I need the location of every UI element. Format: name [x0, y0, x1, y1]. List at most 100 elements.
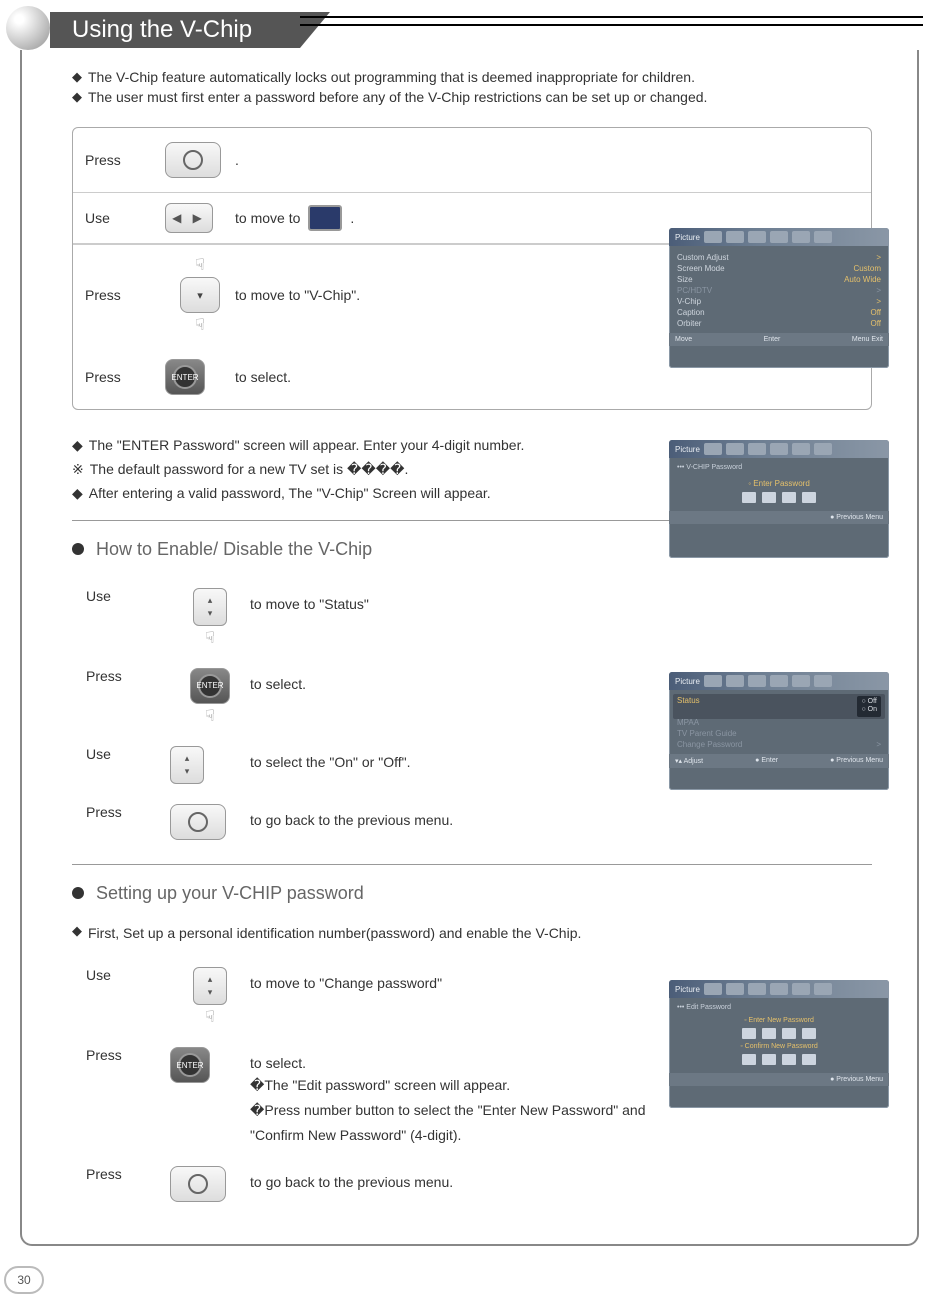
osd-val: > — [876, 253, 881, 262]
osd-options: ○ Off○ On — [857, 696, 881, 717]
step-text: . — [235, 152, 859, 168]
enter-button-icon: ENTER — [190, 668, 230, 704]
title-ornament — [6, 6, 50, 50]
dot-icon — [72, 543, 84, 555]
content-frame: ◆The V-Chip feature automatically locks … — [20, 50, 919, 1246]
osd-foot: Enter — [761, 757, 778, 764]
osd-preview-enter-password: Picture ••• V-CHIP Password ◦ Enter Pass… — [669, 440, 889, 558]
note-mark: ◆ — [72, 434, 83, 458]
step-verb: Press — [86, 668, 170, 684]
osd-val: Off — [870, 308, 881, 317]
osd-val: > — [876, 740, 881, 749]
menu-button-icon — [170, 804, 226, 840]
sub-note: "Confirm New Password" (4-digit). — [250, 1125, 866, 1146]
left-right-button-icon: ◀ ▶ — [165, 203, 213, 233]
step-text: to go back to the previous menu. — [250, 1166, 866, 1190]
bullet-icon: ◆ — [72, 68, 82, 88]
osd-key: Size — [677, 275, 693, 284]
step-verb: Press — [86, 1047, 170, 1063]
note-mark: ◆ — [72, 482, 83, 506]
osd-val: Auto Wide — [844, 275, 881, 284]
sub2-intro: ◆First, Set up a personal identification… — [72, 922, 899, 946]
note-text: The default password for a new TV set is… — [90, 458, 409, 482]
hand-icon: ☟ — [195, 255, 205, 275]
button-stack: ENTER ☟ — [170, 668, 250, 726]
step-verb: Use — [86, 967, 170, 983]
osd-key: Orbiter — [677, 319, 701, 328]
menu-button-icon — [165, 142, 221, 178]
note-mark: ※ — [72, 458, 84, 482]
step-verb: Press — [85, 287, 165, 303]
osd-val: Custom — [853, 264, 881, 273]
note-text: The "ENTER Password" screen will appear.… — [89, 434, 525, 458]
subsection-heading: Setting up your V-CHIP password — [72, 883, 899, 904]
updown-button-icon: ▴▾ — [193, 588, 227, 626]
osd-crumb: V-CHIP Password — [686, 464, 742, 471]
title-rule — [300, 16, 923, 26]
osd-header: Picture — [675, 233, 700, 242]
tv-icon — [308, 205, 342, 231]
step-text: to select. — [235, 369, 859, 385]
button-stack: ☟ ▾ ☟ — [165, 255, 235, 335]
hand-icon: ☟ — [205, 706, 215, 726]
note-text: After entering a valid password, The "V-… — [89, 482, 491, 506]
osd-key: TV Parent Guide — [677, 729, 737, 738]
step-verb: Press — [86, 1166, 170, 1182]
osd-foot: Move — [675, 336, 692, 343]
osd-key: Change Password — [677, 740, 742, 749]
dot-icon — [72, 887, 84, 899]
enter-button-icon: ENTER — [165, 359, 205, 395]
osd-key: V-Chip — [677, 297, 701, 306]
osd-foot: Previous Menu — [836, 1076, 883, 1083]
password-boxes — [677, 1028, 881, 1039]
osd-foot: Adjust — [684, 758, 703, 765]
step-verb: Use — [86, 588, 170, 604]
osd-foot: Previous Menu — [836, 514, 883, 521]
separator — [72, 864, 872, 865]
osd-label: Enter New Password — [749, 1017, 814, 1024]
password-boxes — [677, 1054, 881, 1065]
button-stack: ▴▾ ☟ — [170, 967, 250, 1027]
subsection-title: How to Enable/ Disable the V-Chip — [96, 539, 372, 560]
step-text: to move to "Status" — [250, 588, 866, 612]
enter-button-icon: ENTER — [170, 1047, 210, 1083]
osd-preview-edit-password: Picture ••• Edit Password ◦ Enter New Pa… — [669, 980, 889, 1108]
osd-label: Confirm New Password — [745, 1043, 818, 1050]
hand-icon: ☟ — [195, 315, 205, 335]
osd-header: Picture — [675, 677, 700, 686]
step-row: Press to go back to the previous menu. — [86, 794, 866, 850]
osd-val: Off — [870, 319, 881, 328]
page-title: Using the V-Chip — [50, 12, 300, 48]
osd-key: PC/HDTV — [677, 286, 712, 295]
password-notes: ◆The "ENTER Password" screen will appear… — [72, 434, 632, 505]
step-row: Press . — [73, 128, 871, 193]
osd-key: Screen Mode — [677, 264, 725, 273]
down-button-icon: ▾ — [180, 277, 220, 313]
title-bar: Using the V-Chip — [0, 0, 931, 50]
updown-button-icon: ▴▾ — [193, 967, 227, 1005]
step-row: Use ▴▾ ☟ to move to "Status" — [86, 578, 866, 658]
menu-button-icon — [170, 1166, 226, 1202]
intro-text: First, Set up a personal identification … — [88, 922, 581, 946]
osd-key: Custom Adjust — [677, 253, 729, 262]
step-verb: Use — [86, 746, 170, 762]
osd-header: Picture — [675, 445, 700, 454]
osd-preview-picture-menu: Picture Custom Adjust > Screen Mode Custom… — [669, 228, 889, 368]
hand-icon: ☟ — [205, 628, 215, 648]
subsection-title: Setting up your V-CHIP password — [96, 883, 364, 904]
hand-icon: ☟ — [205, 1007, 215, 1027]
step-verb: Use — [85, 210, 165, 226]
osd-header: Picture — [675, 985, 700, 994]
osd-foot: Menu Exit — [852, 336, 883, 343]
updown-button-icon: ▴▾ — [170, 746, 204, 784]
osd-preview-vchip-status: Picture Status ○ Off○ On MPAA TV Parent … — [669, 672, 889, 790]
step-text-pre: to move to — [235, 210, 300, 226]
osd-key: Caption — [677, 308, 705, 317]
osd-label: Enter Password — [753, 479, 809, 488]
osd-foot: Enter — [764, 336, 781, 343]
step-verb: Press — [85, 369, 165, 385]
osd-key: MPAA — [677, 718, 699, 727]
intro-block: ◆The V-Chip feature automatically locks … — [72, 68, 899, 107]
osd-key: Status — [677, 696, 700, 717]
step-text-post: . — [350, 210, 354, 226]
